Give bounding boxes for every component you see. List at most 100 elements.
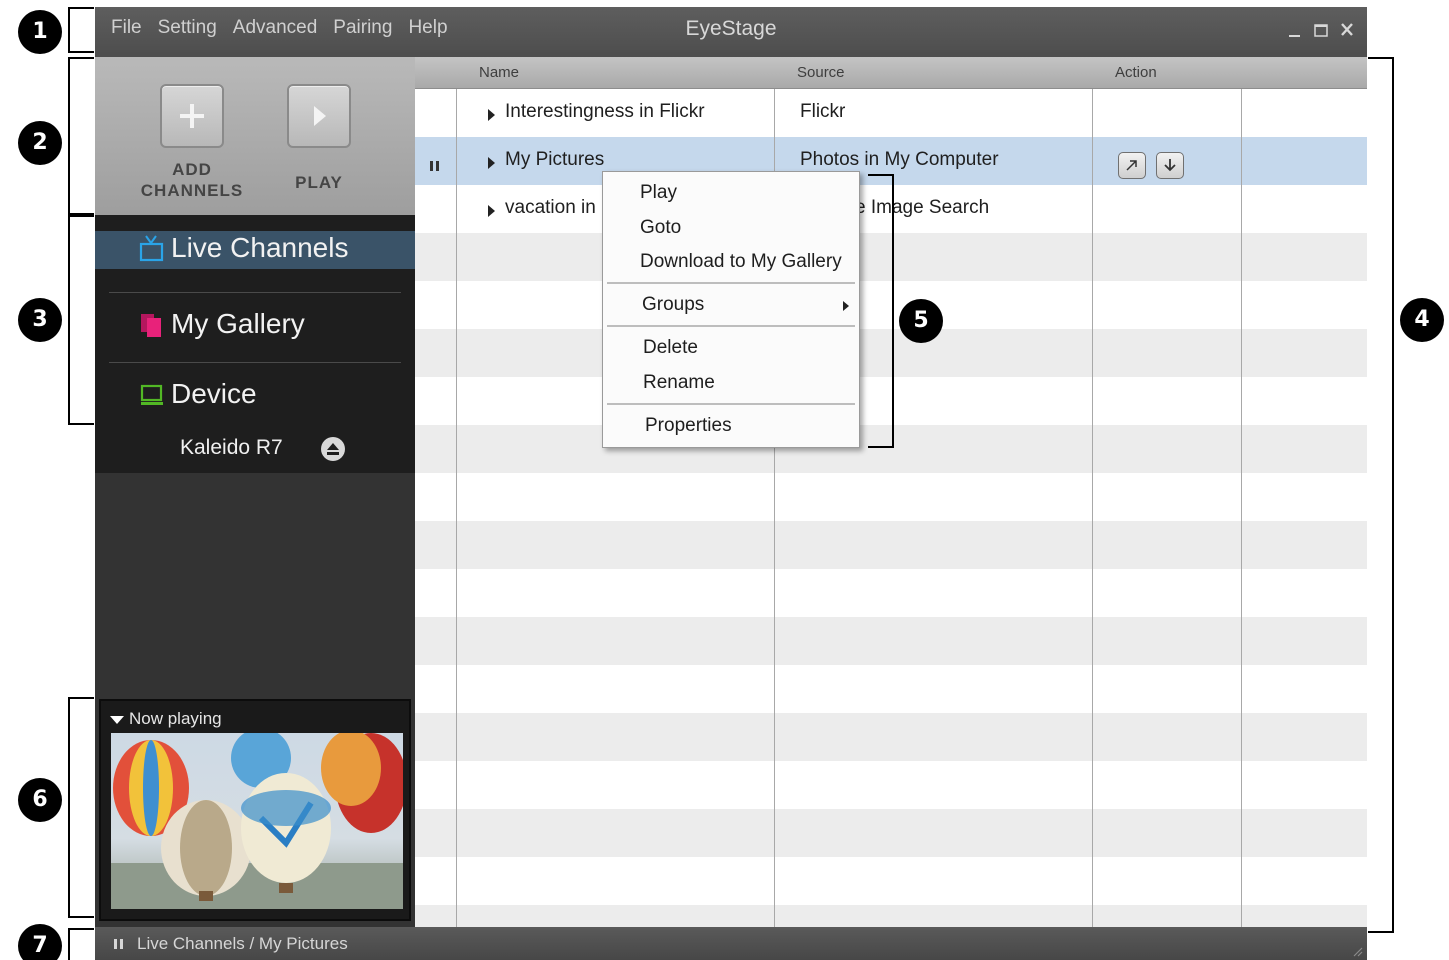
app-window: File Setting Advanced Pairing Help EyeSt… bbox=[95, 7, 1367, 960]
sidebar-item-label: My Gallery bbox=[171, 308, 305, 339]
sidebar-item-live-channels[interactable]: Live Channels bbox=[95, 231, 415, 269]
sidebar: Live Channels My Gallery Device Kaleido … bbox=[95, 215, 415, 473]
add-channels-button[interactable] bbox=[160, 84, 224, 148]
table-row bbox=[415, 857, 1367, 905]
callout-5: 5 bbox=[899, 299, 943, 343]
minimize-button[interactable] bbox=[1285, 19, 1305, 41]
bracket-3 bbox=[68, 215, 94, 425]
close-button[interactable] bbox=[1337, 19, 1357, 41]
sidebar-item-my-gallery[interactable]: My Gallery bbox=[95, 307, 415, 345]
menu-separator bbox=[607, 282, 855, 284]
table-row bbox=[415, 473, 1367, 521]
bracket-2 bbox=[68, 57, 94, 215]
gallery-icon bbox=[141, 314, 161, 337]
column-header-action[interactable]: Action bbox=[1115, 64, 1157, 81]
table-row bbox=[415, 617, 1367, 665]
callout-7: 7 bbox=[18, 924, 62, 960]
context-menu-goto[interactable]: Goto bbox=[640, 217, 681, 239]
bracket-5 bbox=[868, 174, 894, 448]
window-controls bbox=[1285, 19, 1357, 41]
goto-action-button[interactable] bbox=[1118, 152, 1146, 179]
now-playing-label: Now playing bbox=[129, 709, 222, 728]
status-path: Live Channels / My Pictures bbox=[137, 934, 348, 953]
now-playing-panel: Now playing bbox=[95, 697, 415, 927]
monitor-icon bbox=[140, 384, 163, 405]
channel-name: Interestingness in Flickr bbox=[505, 101, 705, 122]
callout-2: 2 bbox=[18, 121, 62, 165]
maximize-button[interactable] bbox=[1311, 19, 1331, 41]
expand-arrow-icon[interactable] bbox=[488, 109, 495, 121]
table-row bbox=[415, 809, 1367, 857]
context-menu-groups[interactable]: Groups bbox=[642, 294, 704, 316]
close-icon bbox=[1341, 23, 1353, 36]
column-divider bbox=[1241, 57, 1242, 927]
column-header-name[interactable]: Name bbox=[479, 64, 519, 81]
callout-3: 3 bbox=[18, 298, 62, 342]
callout-1: 1 bbox=[18, 10, 62, 54]
toolbar: ADD CHANNELS PLAY bbox=[95, 57, 415, 215]
table-row bbox=[415, 713, 1367, 761]
download-action-button[interactable] bbox=[1156, 152, 1184, 179]
table-row bbox=[415, 569, 1367, 617]
download-icon bbox=[1164, 159, 1176, 172]
minimize-icon bbox=[1289, 35, 1300, 37]
plus-icon bbox=[180, 104, 204, 128]
column-divider bbox=[456, 57, 457, 927]
submenu-arrow-icon bbox=[843, 301, 849, 311]
callout-6: 6 bbox=[18, 778, 62, 822]
context-menu-play[interactable]: Play bbox=[640, 182, 677, 204]
device-child-item[interactable]: Kaleido R7 bbox=[95, 427, 415, 465]
expand-arrow-icon[interactable] bbox=[488, 205, 495, 217]
bracket-6 bbox=[68, 697, 94, 918]
maximize-icon bbox=[1314, 24, 1328, 37]
resize-grip-icon[interactable] bbox=[1351, 945, 1363, 957]
bracket-7 bbox=[68, 928, 94, 960]
app-title: EyeStage bbox=[685, 17, 777, 40]
add-channels-line1: ADD bbox=[172, 160, 212, 179]
sidebar-item-device[interactable]: Device bbox=[95, 377, 415, 415]
sidebar-item-label: Live Channels bbox=[171, 232, 349, 263]
bracket-1 bbox=[68, 7, 94, 53]
pause-icon[interactable] bbox=[112, 937, 126, 951]
pause-icon bbox=[430, 161, 439, 171]
channel-name: My Pictures bbox=[505, 149, 605, 170]
channel-name: vacation in bbox=[505, 197, 596, 218]
table-row bbox=[415, 521, 1367, 569]
bracket-4 bbox=[1368, 57, 1394, 933]
context-menu-rename[interactable]: Rename bbox=[643, 372, 715, 394]
status-bar: Live Channels / My Pictures bbox=[95, 927, 1367, 960]
now-playing-frame: Now playing bbox=[99, 699, 411, 921]
chevron-down-icon bbox=[110, 715, 124, 724]
context-menu-properties[interactable]: Properties bbox=[645, 415, 732, 437]
external-link-icon bbox=[1126, 160, 1137, 171]
context-menu-delete[interactable]: Delete bbox=[643, 337, 698, 359]
hot-air-balloons-image bbox=[111, 733, 403, 909]
channel-source: Photos in My Computer bbox=[800, 149, 999, 170]
divider bbox=[109, 292, 401, 293]
divider bbox=[109, 362, 401, 363]
menu-separator bbox=[607, 403, 855, 405]
play-label: PLAY bbox=[295, 173, 343, 192]
expand-arrow-icon[interactable] bbox=[488, 157, 495, 169]
callout-4: 4 bbox=[1400, 298, 1444, 342]
title-bar: File Setting Advanced Pairing Help EyeSt… bbox=[95, 7, 1367, 57]
add-channels-label: ADD CHANNELS bbox=[125, 159, 259, 201]
column-divider bbox=[1092, 57, 1093, 927]
grid-header: Name Source Action bbox=[415, 57, 1367, 89]
now-playing-thumbnail bbox=[111, 733, 403, 909]
column-header-source[interactable]: Source bbox=[797, 64, 845, 81]
eject-icon[interactable] bbox=[319, 435, 347, 463]
play-icon bbox=[314, 106, 326, 126]
device-name: Kaleido R7 bbox=[180, 436, 283, 459]
tv-icon bbox=[139, 235, 164, 262]
table-row bbox=[415, 665, 1367, 713]
table-row bbox=[415, 761, 1367, 809]
channel-source: Flickr bbox=[800, 101, 846, 122]
context-menu: Play Goto Download to My Gallery Groups … bbox=[602, 171, 860, 448]
annotated-screenshot: 1 2 3 6 7 4 File Setting Advanced Pairin… bbox=[0, 0, 1449, 960]
add-channels-line2: CHANNELS bbox=[140, 181, 244, 200]
context-menu-download[interactable]: Download to My Gallery bbox=[640, 251, 842, 273]
now-playing-header[interactable]: Now playing bbox=[109, 709, 222, 729]
play-button[interactable] bbox=[287, 84, 351, 148]
sidebar-item-label: Device bbox=[171, 378, 257, 409]
